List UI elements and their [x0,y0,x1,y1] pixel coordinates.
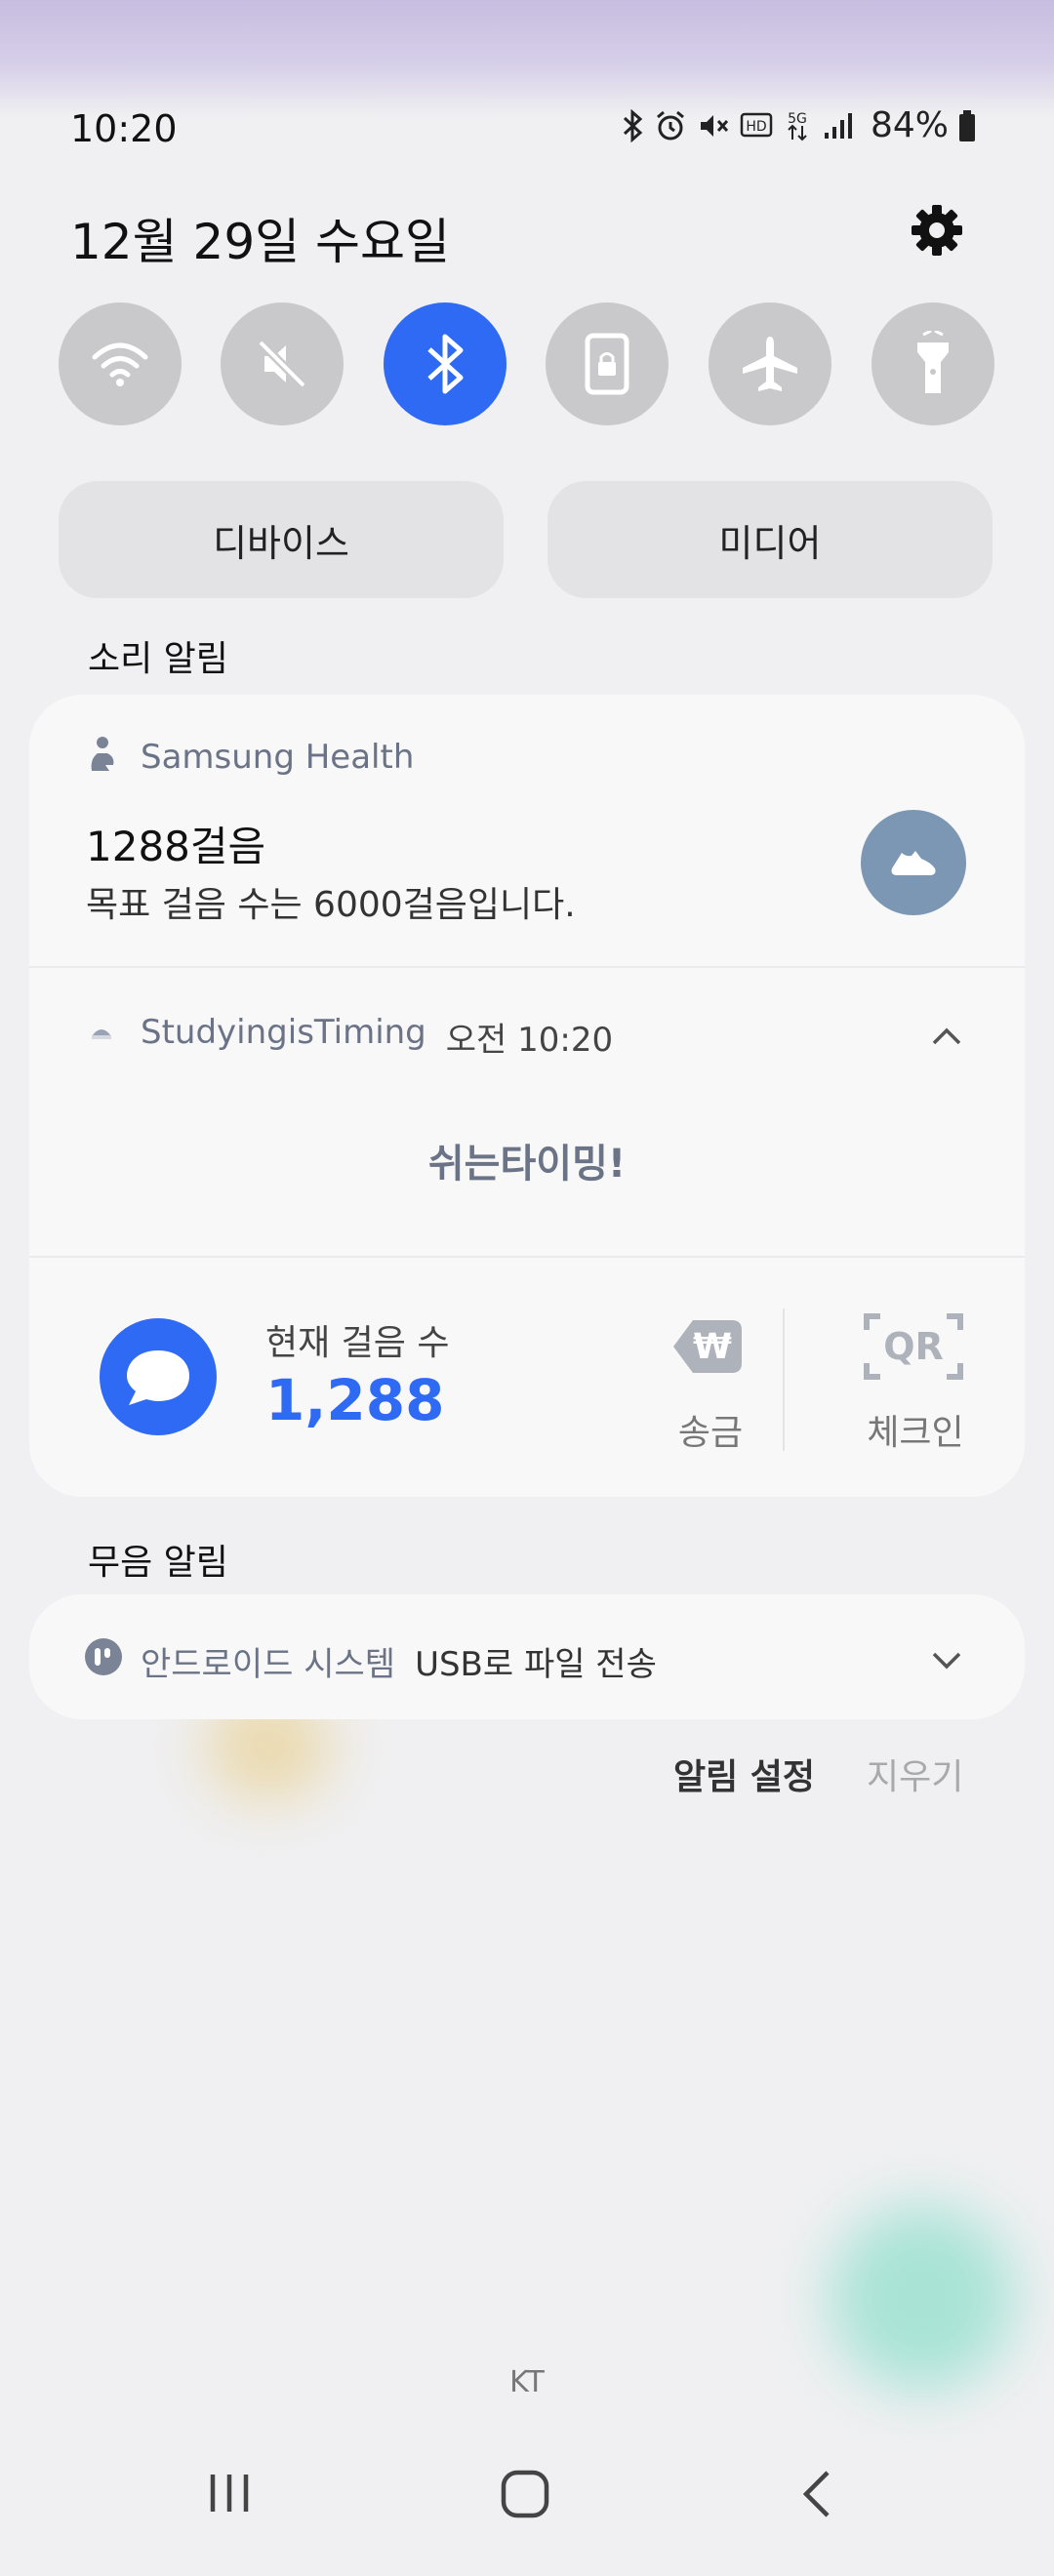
sound-notifications-card: Samsung Health 1288걸음 목표 걸음 수는 6000걸음입니다… [29,695,1025,1497]
studying-time: 오전 10:20 [445,1021,614,1060]
5g-icon: 5G [788,111,807,141]
back-icon[interactable] [796,2469,835,2519]
hd-voice-icon: HD [740,112,773,137]
current-steps-label: 현재 걸음 수 [265,1323,450,1363]
recent-apps-icon[interactable] [205,2469,254,2517]
airplane-icon [743,337,797,391]
devices-button[interactable]: 디바이스 [59,481,504,598]
date-label: 12월 29일 수요일 [70,214,451,270]
android-system-icon [85,1638,122,1675]
goal-text: 목표 걸음 수는 6000걸음입니다. [86,885,576,925]
qr-scan-icon: QR [864,1313,963,1380]
chat-app-icon [100,1318,217,1435]
android-system-header: 안드로이드 시스템 USB로 파일 전송 [141,1637,657,1685]
samsung-health-notification[interactable]: Samsung Health 1288걸음 목표 걸음 수는 6000걸음입니다… [29,695,1025,966]
studying-app-name: StudyingisTiming [141,1013,426,1052]
clear-link[interactable]: 지우기 [867,1749,963,1799]
android-system-notification[interactable]: 안드로이드 시스템 USB로 파일 전송 [29,1594,1025,1719]
status-icons: HD 5G 84% [621,105,976,145]
studying-header: StudyingisTiming 오전 10:20 [141,1013,613,1061]
current-steps-value: 1,288 [265,1367,445,1433]
send-money-button[interactable]: ₩ 송금 [634,1307,790,1463]
flashlight-toggle[interactable] [872,302,994,425]
background-blur-teal [830,2205,1015,2391]
bluetooth-toggle[interactable] [384,302,507,425]
sound-mute-icon [257,339,307,389]
battery-icon [959,109,975,141]
carrier-label: KT [509,2365,545,2399]
status-time: 10:20 [70,107,178,150]
checkin-label: 체크인 [867,1413,964,1453]
collapse-chevron-icon[interactable] [931,1026,962,1046]
alarm-icon [657,110,684,140]
wifi-icon [92,342,148,386]
shoe-action-button[interactable] [861,810,966,915]
rotation-lock-toggle[interactable] [546,302,669,425]
media-button[interactable]: 미디어 [547,481,993,598]
samsung-health-icon [91,737,114,771]
lock-rotation-icon [585,333,629,395]
sound-alerts-label: 소리 알림 [88,639,228,679]
vertical-divider [783,1308,785,1451]
home-icon[interactable] [500,2469,550,2519]
studying-notification[interactable]: StudyingisTiming 오전 10:20 쉬는타이밍! [29,968,1025,1251]
wifi-toggle[interactable] [59,302,182,425]
qr-text: QR [883,1325,944,1368]
send-money-label: 송금 [677,1413,744,1453]
expand-chevron-icon[interactable] [931,1651,962,1670]
won-symbol: ₩ [693,1327,732,1367]
bluetooth-icon [427,334,464,394]
checkin-button[interactable]: QR 체크인 [839,1307,995,1463]
svg-text:HD: HD [746,119,766,135]
usb-transfer-title: USB로 파일 전송 [415,1645,657,1684]
flashlight-icon [917,331,949,393]
sound-toggle[interactable] [221,302,344,425]
studying-app-icon [92,1029,111,1039]
settings-gear-icon[interactable] [908,201,966,260]
silent-alerts-label: 무음 알림 [88,1543,228,1583]
studying-message: 쉬는타이밍! [427,1142,627,1187]
quick-settings-row [59,302,995,425]
notification-settings-link[interactable]: 알림 설정 [673,1749,815,1799]
battery-percent: 84% [870,105,949,145]
android-system-app-name: 안드로이드 시스템 [141,1645,396,1684]
top-tint [0,0,1054,117]
shoe-icon [891,851,936,875]
signal-icon [824,112,852,139]
steps-title: 1288걸음 [86,823,266,870]
speech-bubble-icon [127,1350,189,1405]
svg-text:5G: 5G [788,111,807,127]
won-tag-icon: ₩ [668,1312,746,1381]
mute-icon [700,114,729,137]
airplane-toggle[interactable] [709,302,831,425]
bluetooth-icon [623,108,643,142]
steps-widget[interactable]: 현재 걸음 수 1,288 ₩ 송금 QR 체크인 [29,1258,1025,1497]
samsung-health-app-name: Samsung Health [141,738,415,777]
